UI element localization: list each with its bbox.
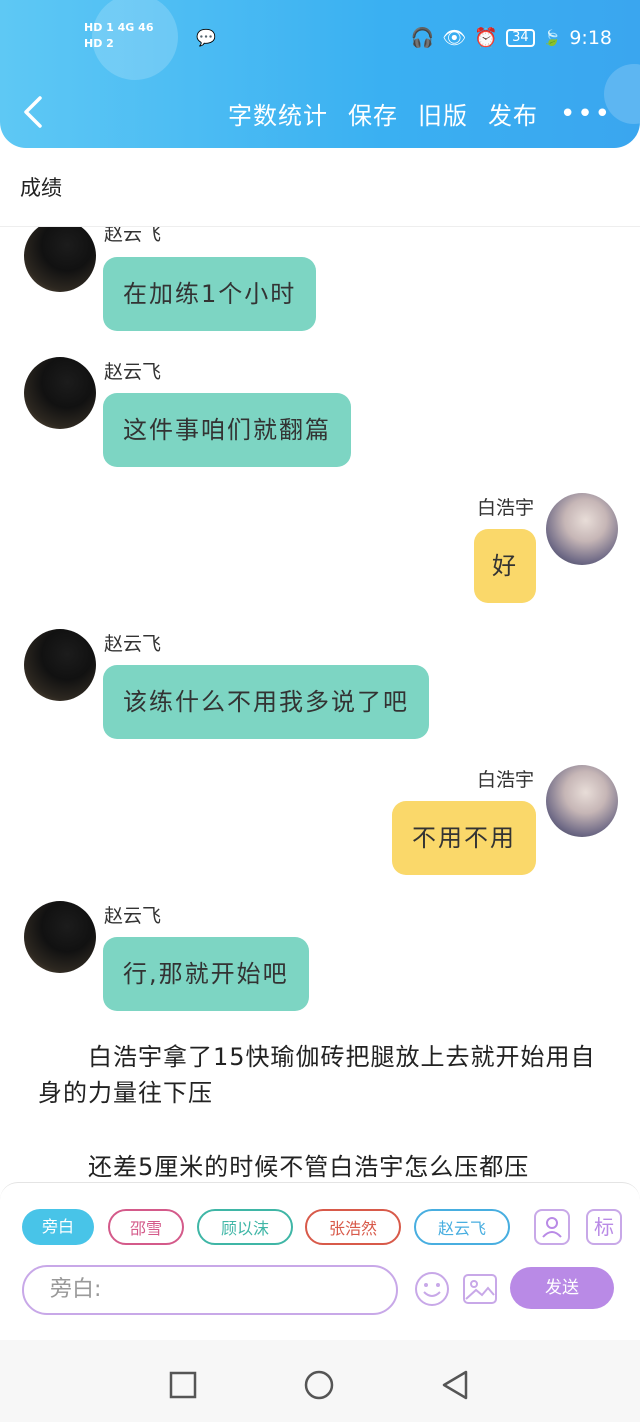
wechat-icon: 💬 — [196, 28, 216, 47]
battery-indicator: 34 — [506, 28, 535, 47]
speaker-name: 赵云飞 — [104, 227, 162, 245]
message-bubble[interactable]: 这件事咱们就翻篇 — [103, 393, 351, 467]
avatar[interactable] — [24, 357, 96, 429]
network-indicators: HD 1 4G 46 HD 2 — [84, 22, 153, 50]
home-icon[interactable] — [303, 1369, 335, 1401]
avatar[interactable] — [24, 629, 96, 701]
avatar[interactable] — [546, 493, 618, 565]
role-chip-zhaoyunfei[interactable]: 赵云飞 — [414, 1209, 510, 1245]
word-count-button[interactable]: 字数统计 — [228, 96, 328, 131]
message-bubble[interactable]: 该练什么不用我多说了吧 — [103, 665, 429, 739]
eye-icon: 👁 — [442, 27, 467, 49]
image-button[interactable] — [462, 1271, 498, 1307]
recent-apps-icon[interactable] — [168, 1370, 198, 1400]
publish-button[interactable]: 发布 — [488, 96, 538, 131]
role-chip-narrator[interactable]: 旁白 — [22, 1209, 94, 1245]
smiley-icon — [415, 1272, 449, 1306]
back-button[interactable] — [22, 92, 44, 132]
status-bar: HD 1 4G 46 HD 2 💬 🎧 👁 ⏰ 34 🍃 9:18 — [0, 22, 640, 56]
emoji-button[interactable] — [414, 1271, 450, 1307]
message-input[interactable]: 旁白: — [22, 1265, 398, 1315]
system-nav-bar — [0, 1340, 640, 1422]
mark-button[interactable]: 标 — [586, 1209, 622, 1245]
speaker-name: 白浩宇 — [476, 497, 534, 519]
app-header: HD 1 4G 46 HD 2 💬 🎧 👁 ⏰ 34 🍃 9:18 字数统计 保… — [0, 0, 640, 148]
back-nav-icon[interactable] — [440, 1369, 470, 1401]
sim2-indicator: HD 2 — [84, 37, 114, 50]
speaker-name: 赵云飞 — [104, 361, 162, 383]
send-button[interactable]: 发送 — [510, 1267, 614, 1309]
narration-paragraph[interactable]: 白浩宇拿了15快瑜伽砖把腿放上去就开始用自身的力量往下压 — [38, 1039, 608, 1111]
chevron-left-icon — [24, 96, 42, 128]
role-manage-icon[interactable] — [534, 1209, 570, 1245]
mark-label: 标 — [594, 1215, 614, 1239]
sim1-indicator: HD 1 4G 46 — [84, 21, 154, 34]
narration-paragraph[interactable]: 还差5厘米的时候不管白浩宇怎么压都压 — [38, 1149, 608, 1182]
nav-actions: 字数统计 保存 旧版 发布 ••• — [208, 96, 612, 131]
speaker-name: 赵云飞 — [104, 633, 162, 655]
message-bubble[interactable]: 不用不用 — [392, 801, 536, 875]
clock-time: 9:18 — [569, 26, 612, 49]
speaker-name: 白浩宇 — [476, 769, 534, 791]
input-placeholder: 旁白: — [50, 1277, 102, 1302]
old-version-button[interactable]: 旧版 — [418, 96, 468, 131]
alarm-icon: ⏰ — [474, 27, 499, 49]
avatar[interactable] — [24, 901, 96, 973]
chapter-title-row[interactable]: 成绩 — [0, 148, 640, 227]
person-icon — [542, 1217, 562, 1238]
speaker-name: 赵云飞 — [104, 905, 162, 927]
nav-bar: 字数统计 保存 旧版 发布 ••• — [0, 90, 640, 138]
status-right: 🎧 👁 ⏰ 34 🍃 9:18 — [410, 26, 612, 50]
composer-panel: 旁白 邵雪 顾以沫 张浩然 赵云飞 标 旁白: 发送 — [0, 1182, 640, 1318]
save-button[interactable]: 保存 — [348, 96, 398, 131]
avatar[interactable] — [546, 765, 618, 837]
chat-area[interactable]: 赵云飞 在加练1个小时 赵云飞 这件事咱们就翻篇 白浩宇 好 赵云飞 该练什么不… — [0, 227, 640, 1182]
role-chip-zhanghaoran[interactable]: 张浩然 — [305, 1209, 401, 1245]
more-options-icon[interactable]: ••• — [560, 99, 612, 129]
avatar[interactable] — [24, 227, 96, 292]
role-chip-guyimo[interactable]: 顾以沫 — [197, 1209, 293, 1245]
leaf-icon: 🍃 — [542, 28, 562, 47]
message-bubble[interactable]: 行,那就开始吧 — [103, 937, 309, 1011]
image-icon — [463, 1274, 497, 1304]
role-chip-shaoxue[interactable]: 邵雪 — [108, 1209, 184, 1245]
message-bubble[interactable]: 好 — [474, 529, 536, 603]
chapter-title: 成绩 — [20, 176, 62, 200]
headphone-icon: 🎧 — [410, 27, 435, 49]
message-bubble[interactable]: 在加练1个小时 — [103, 257, 317, 331]
